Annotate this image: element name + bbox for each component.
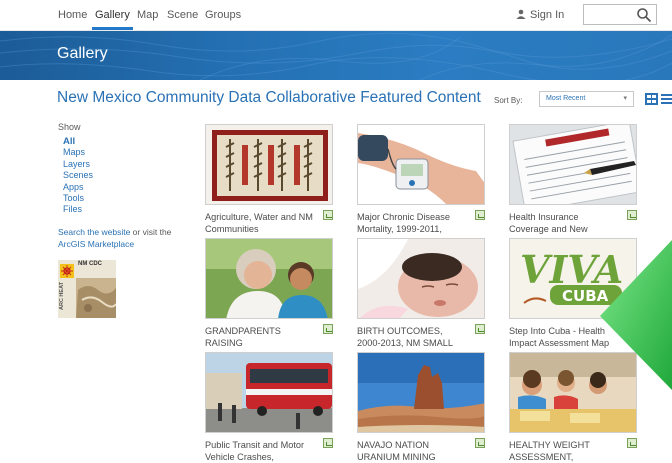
marketplace-link[interactable]: ArcGIS Marketplace	[58, 239, 134, 249]
show-label: Show	[58, 122, 81, 132]
logo-text: NM CDC	[78, 261, 102, 267]
sort-selected-value: Most Recent	[546, 95, 586, 102]
item-title[interactable]: Major Chronic Disease Mortality, 1999-20…	[357, 212, 465, 235]
logo-graphic	[58, 260, 116, 318]
map-type-icon	[627, 210, 637, 220]
filter-tools[interactable]: Tools	[58, 193, 178, 204]
item-title[interactable]: HEALTHY WEIGHT ASSESSMENT,	[509, 440, 617, 463]
chevron-down-icon: ▾	[623, 95, 627, 102]
nav-home[interactable]: Home	[58, 9, 87, 21]
active-tab-indicator	[92, 27, 133, 30]
filter-sidebar: Show All Maps Layers Scenes Apps Tools F…	[58, 122, 178, 250]
item-thumbnail[interactable]	[205, 124, 333, 205]
nav-groups[interactable]: Groups	[205, 9, 241, 21]
filter-layers[interactable]: Layers	[58, 159, 178, 170]
website-middle-text: or visit the	[130, 226, 172, 237]
logo-side-text: ARC HEAT	[59, 282, 65, 311]
sign-in-link[interactable]: Sign In	[516, 9, 564, 21]
grid-view-icon[interactable]	[645, 93, 658, 105]
item-title[interactable]: GRANDPARENTS RAISING	[205, 326, 313, 349]
item-title[interactable]: Public Transit and Motor Vehicle Crashes…	[205, 440, 313, 463]
map-type-icon	[323, 438, 333, 448]
organization-logo[interactable]: NM CDC ARC HEAT	[58, 260, 116, 318]
bus-thumbnail-image	[206, 353, 332, 432]
nav-gallery[interactable]: Gallery	[95, 9, 130, 21]
filter-apps[interactable]: Apps	[58, 182, 178, 193]
map-type-icon	[475, 324, 485, 334]
item-title[interactable]: Health Insurance Coverage and New	[509, 212, 617, 235]
map-type-icon	[627, 438, 637, 448]
top-navigation-bar: Home Gallery Map Scene Groups Sign In	[0, 0, 672, 31]
list-view-icon[interactable]	[660, 93, 672, 105]
map-type-icon	[475, 210, 485, 220]
filter-all[interactable]: All	[58, 136, 178, 147]
search-input[interactable]	[587, 5, 637, 25]
item-thumbnail[interactable]	[205, 352, 333, 433]
search-website-link[interactable]: Search the website	[58, 227, 130, 237]
website-links: Search the website or visit the ArcGIS M…	[58, 226, 178, 250]
map-type-icon	[323, 210, 333, 220]
filter-files[interactable]: Files	[58, 204, 178, 215]
search-box[interactable]	[583, 4, 657, 25]
user-icon	[516, 9, 526, 19]
mesa-thumbnail-image	[358, 353, 484, 432]
sort-dropdown[interactable]: Most Recent ▾	[539, 91, 634, 107]
gallery-banner: Gallery	[0, 31, 672, 80]
group-title: New Mexico Community Data Collaborative …	[57, 89, 481, 106]
grandparent-thumbnail-image	[206, 239, 332, 318]
item-thumbnail[interactable]	[357, 124, 485, 205]
item-thumbnail[interactable]	[509, 124, 637, 205]
green-arrow-overlay	[600, 240, 672, 390]
blood-pressure-thumbnail-image	[358, 125, 484, 204]
search-icon[interactable]	[636, 7, 652, 23]
rug-thumbnail-image	[206, 125, 332, 204]
page-title: Gallery	[57, 45, 108, 62]
baby-thumbnail-image	[358, 239, 484, 318]
item-thumbnail[interactable]	[205, 238, 333, 319]
item-thumbnail[interactable]	[357, 238, 485, 319]
item-thumbnail[interactable]	[357, 352, 485, 433]
health-form-thumbnail-image	[510, 125, 636, 204]
item-title[interactable]: NAVAJO NATION URANIUM MINING	[357, 440, 465, 463]
map-type-icon	[323, 324, 333, 334]
filter-maps[interactable]: Maps	[58, 147, 178, 158]
nav-scene[interactable]: Scene	[167, 9, 198, 21]
item-title[interactable]: BIRTH OUTCOMES, 2000-2013, NM SMALL	[357, 326, 465, 349]
item-title[interactable]: Agriculture, Water and NM Communities	[205, 212, 313, 235]
nav-map[interactable]: Map	[137, 9, 158, 21]
sort-label: Sort By:	[494, 96, 523, 105]
filter-scenes[interactable]: Scenes	[58, 170, 178, 181]
map-type-icon	[475, 438, 485, 448]
sign-in-label: Sign In	[530, 9, 565, 21]
